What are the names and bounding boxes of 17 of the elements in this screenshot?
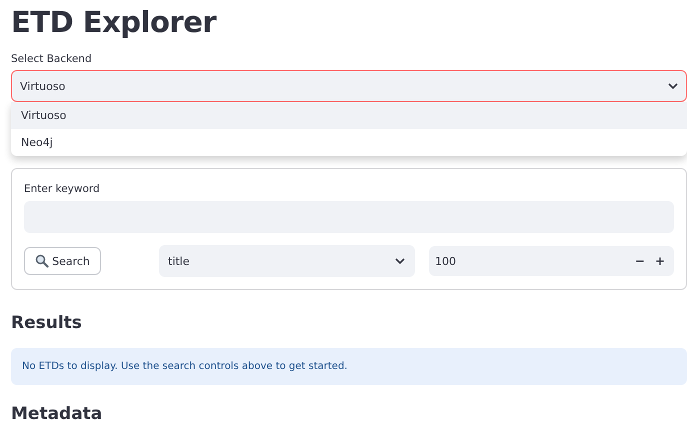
backend-select[interactable]: Virtuoso <box>11 70 687 102</box>
magnifier-icon <box>35 254 50 268</box>
increment-button[interactable]: + <box>650 254 670 268</box>
number-input-field[interactable]: 100 − + <box>429 246 674 276</box>
decrement-button[interactable]: − <box>630 254 650 268</box>
dropdown-option[interactable]: Neo4j <box>11 129 687 156</box>
section-heading: Results <box>11 312 83 334</box>
field-label: Enter keyword <box>24 183 101 195</box>
field-label: Select Backend <box>11 53 93 65</box>
field-select[interactable]: title <box>159 245 415 277</box>
chevron-down-icon <box>395 258 405 264</box>
dropdown-option[interactable]: Virtuoso <box>11 102 687 129</box>
info-message: No ETDs to display. Use the search controls above to get started. <box>11 348 687 385</box>
search-button[interactable]: Search <box>24 247 101 275</box>
chevron-down-icon <box>668 82 678 90</box>
page-title: ETD Explorer <box>11 4 218 40</box>
section-heading: Metadata <box>11 403 104 425</box>
